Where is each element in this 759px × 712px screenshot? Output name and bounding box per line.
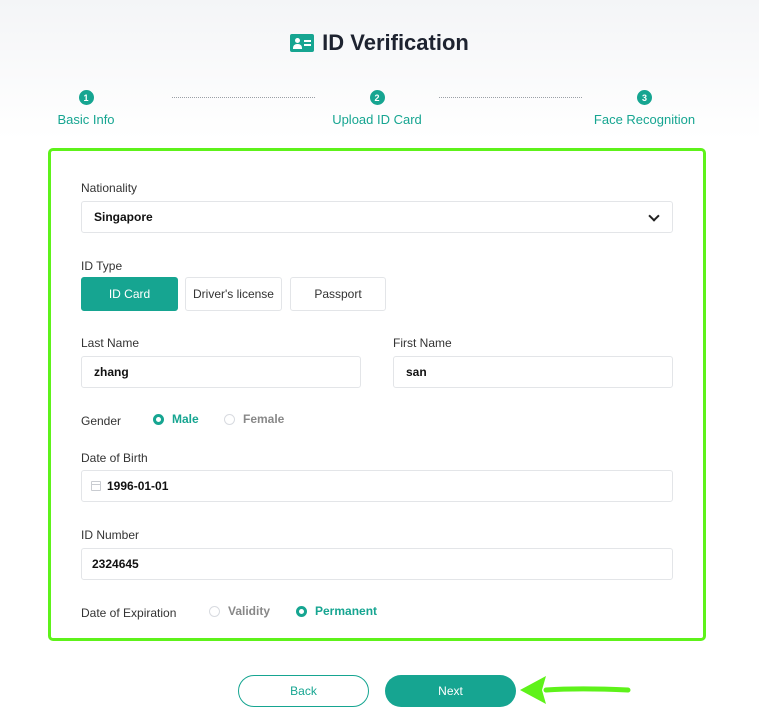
step-number: 1 <box>78 90 94 105</box>
id-type-id-card[interactable]: ID Card <box>81 277 178 311</box>
gender-female-option[interactable]: Female <box>224 412 284 426</box>
id-number-input[interactable]: 2324645 <box>81 548 673 580</box>
nationality-value: Singapore <box>94 210 153 224</box>
id-type-label: ID Type <box>81 259 123 273</box>
expiration-validity-label: Validity <box>228 604 271 618</box>
step-face-recognition: 3 Face Recognition <box>592 90 697 127</box>
last-name-label: Last Name <box>81 336 140 350</box>
arrow-left-icon <box>520 676 631 704</box>
page-header: ID Verification <box>0 30 759 56</box>
id-type-drivers-license[interactable]: Driver's license <box>185 277 282 311</box>
radio-checked-icon <box>296 605 307 617</box>
nationality-label: Nationality <box>81 181 138 195</box>
step-basic-info: 1 Basic Info <box>56 90 116 127</box>
step-label: Upload ID Card <box>332 112 422 127</box>
back-button[interactable]: Back <box>238 675 369 707</box>
step-label: Face Recognition <box>593 112 696 127</box>
dob-value: 1996-01-01 <box>107 479 169 493</box>
expiration-validity-option[interactable]: Validity <box>209 604 270 618</box>
first-name-label: First Name <box>393 336 452 350</box>
expiration-permanent-option[interactable]: Permanent <box>296 604 377 618</box>
dob-label: Date of Birth <box>81 451 148 465</box>
step-upload-id-card: 2 Upload ID Card <box>332 90 422 127</box>
gender-label: Gender <box>81 414 122 428</box>
id-card-icon <box>290 34 315 52</box>
gender-female-label: Female <box>243 412 285 426</box>
next-button[interactable]: Next <box>385 675 516 707</box>
nationality-select[interactable]: Singapore <box>81 201 673 233</box>
step-number: 2 <box>369 90 385 105</box>
calendar-icon <box>91 481 101 491</box>
last-name-input[interactable]: zhang <box>81 356 361 388</box>
step-number: 3 <box>637 90 652 105</box>
step-connector <box>172 97 315 98</box>
radio-unchecked-icon <box>224 413 235 425</box>
page-title: ID Verification <box>322 30 469 55</box>
first-name-input[interactable]: san <box>393 356 673 388</box>
gender-male-option[interactable]: Male <box>153 412 199 426</box>
verification-form: Nationality Singapore ID Type ID Card Dr… <box>48 148 706 641</box>
id-type-passport[interactable]: Passport <box>290 277 386 311</box>
dob-input[interactable]: 1996-01-01 <box>81 470 673 502</box>
id-number-label: ID Number <box>81 528 140 542</box>
radio-unchecked-icon <box>209 605 220 617</box>
gender-male-label: Male <box>172 412 199 426</box>
expiration-permanent-label: Permanent <box>315 604 378 618</box>
step-label: Basic Info <box>57 112 115 127</box>
chevron-down-icon <box>648 210 660 222</box>
step-connector <box>439 97 582 98</box>
expiration-label: Date of Expiration <box>81 606 177 620</box>
radio-checked-icon <box>153 413 164 425</box>
